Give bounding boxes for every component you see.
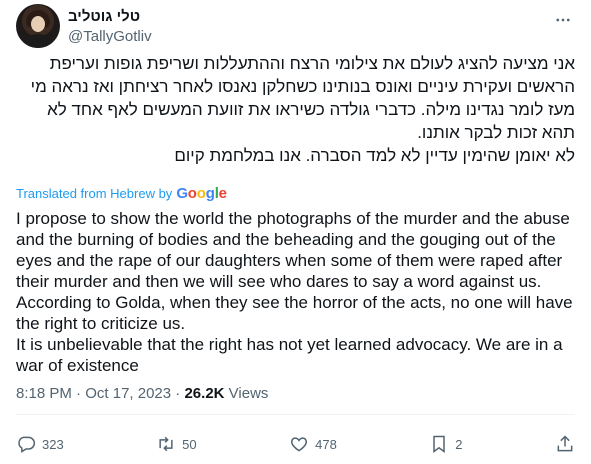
reply-count: 323 [42,436,64,452]
reply-button[interactable]: 323 [16,434,64,454]
author-names: טלי גוטליב @TallyGotliv [68,7,152,47]
bookmark-button[interactable]: 2 [429,434,463,454]
like-count: 478 [315,436,337,452]
more-horizontal-icon[interactable] [551,8,575,32]
reply-icon [18,436,36,453]
meta-separator: · [76,385,82,402]
tweet-header: טלי גוטליב @TallyGotliv [16,4,575,52]
meta-separator: · [175,385,181,402]
retweet-count: 50 [182,436,197,452]
share-icon [557,435,573,452]
tweet-time[interactable]: 8:18 PM [16,385,72,402]
retweet-button[interactable]: 50 [156,434,197,454]
bookmark-count: 2 [455,436,463,452]
translated-label: Translated from Hebrew by [16,186,173,201]
tweet-text-hebrew: אני מציעה להציג לעולם את צילומי הרצח והה… [16,52,575,167]
author-display-name[interactable]: טלי גוטליב [68,7,152,27]
bookmark-icon [433,435,446,453]
share-button[interactable] [555,434,575,454]
views-count: 26.2K [184,385,225,402]
views-label: Views [228,385,269,402]
author-handle[interactable]: @TallyGotliv [68,27,152,47]
english-paragraph: It is unbelievable that the right has no… [16,335,563,375]
avatar[interactable] [16,4,60,48]
translation-attribution: Translated from Hebrew by Google [16,186,227,202]
like-button[interactable]: 478 [289,434,337,454]
tweet-date[interactable]: Oct 17, 2023 [85,385,171,402]
google-logo: Google [176,185,227,202]
tweet-card: טלי גוטליב @TallyGotliv אני מציעה להציג … [0,0,591,464]
divider [16,414,575,415]
english-paragraph: I propose to show the world the photogra… [16,209,573,333]
tweet-meta: 8:18 PM · Oct 17, 2023 · 26.2K Views [16,384,268,404]
action-bar: 323 50 478 2 [16,432,575,456]
hebrew-paragraph: לא יאומן שהימין עדיין לא למד הסברה. אנו … [174,146,575,165]
heart-icon [291,437,308,452]
hebrew-paragraph: אני מציעה להציג לעולם את צילומי הרצח והה… [30,54,575,142]
tweet-text-translation: I propose to show the world the photogra… [16,208,577,376]
retweet-icon [159,436,173,452]
